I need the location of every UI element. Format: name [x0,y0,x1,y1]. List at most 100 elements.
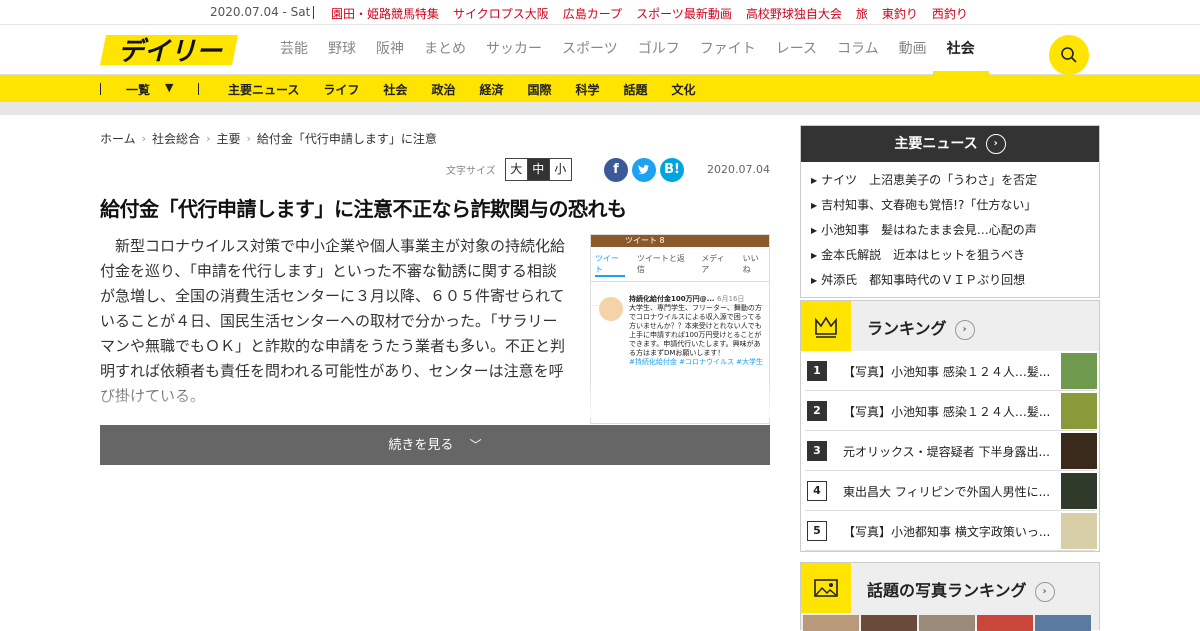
tweet-date: 6月16日 [717,295,745,303]
tweet-count: ツイート 8 [591,235,769,247]
chevron-down-icon: ﹀ [469,438,482,452]
photo-thumbnail[interactable] [803,615,859,631]
arrow-right-icon: › [954,319,975,340]
nav-item-column[interactable]: コラム [827,25,889,74]
search-button[interactable] [1049,35,1089,75]
share-buttons: f B! [604,158,684,182]
hatena-bookmark-icon[interactable]: B! [660,158,684,182]
ranking-item[interactable]: 2 【写真】小池知事 感染１２４人…髪... [805,391,1097,431]
top-news-box: 主要ニュース › ナイツ 上沼恵美子の「うわさ」を否定 吉村知事、文春砲も覚悟!?… [800,125,1100,298]
news-item[interactable]: 舛添氏 都知事時代のＶＩＰぶり回想 [811,268,1089,293]
breadcrumb-item[interactable]: 主要 [216,130,240,147]
nav-item-hanshin[interactable]: 阪神 [366,25,414,74]
breadcrumb-home[interactable]: ホーム [100,130,136,147]
sub-nav-categories: 主要ニュース ライフ 社会 政治 経済 国際 科学 話題 文化 [228,81,696,98]
photo-ranking-box[interactable]: 話題の写真ランキング › [800,562,1100,631]
article-title: 給付金「代行申請します」に注意不正なら詐欺関与の恐れも [100,197,627,221]
ranking-header[interactable]: ランキング › [801,301,1099,351]
sub-nav-item[interactable]: 社会 [383,81,407,98]
photo-thumbnail[interactable] [861,615,917,631]
ranking-item[interactable]: 5 【写真】小池都知事 横文字政策いっ... [805,511,1097,551]
sub-nav-item[interactable]: 経済 [479,81,503,98]
news-item[interactable]: ナイツ 上沼恵美子の「うわさ」を否定 [811,168,1089,193]
sub-nav-item[interactable]: ライフ [323,81,359,98]
sub-nav-item[interactable]: 話題 [624,81,648,98]
top-link[interactable]: 広島カープ [563,5,622,22]
nav-item-race[interactable]: レース [766,25,827,74]
daily-logo[interactable]: デイリー [100,33,240,67]
news-item[interactable]: 金本氏解説 近本はヒットを狙うべき [811,243,1089,268]
rank-number: 1 [807,361,827,381]
photo-thumbnail[interactable] [1035,615,1091,631]
ranking-text: 【写真】小池知事 感染１２４人…髪... [843,365,1051,379]
arrow-right-icon: › [985,134,1006,154]
ranking-item[interactable]: 4 東出昌大 フィリピンで外国人男性に... [805,471,1097,511]
rank-number: 4 [807,481,827,501]
read-more-button[interactable]: 続きを見る ﹀ [100,425,770,465]
list-dropdown-label[interactable]: 一覧 [126,81,150,98]
publish-date: 2020.07.04 [707,163,770,176]
tweet-tab: ツイートと返信 [636,254,685,274]
top-link[interactable]: 東釣り [882,5,918,22]
font-size-large-button[interactable]: 大 [504,158,528,181]
ranking-text: 【写真】小池都知事 横文字政策いっ... [843,525,1051,539]
nav-item-yakyu[interactable]: 野球 [318,25,366,74]
tweet-tab: ツイート [595,253,625,277]
sub-nav-item[interactable]: 政治 [431,81,455,98]
read-more-label: 続きを見る [388,438,454,453]
divider [313,6,314,19]
facebook-icon[interactable]: f [604,158,628,182]
breadcrumb-item[interactable]: 社会総合 [152,130,200,147]
news-item[interactable]: 小池知事 髪はねたまま会見…心配の声 [811,218,1089,243]
font-size-medium-button[interactable]: 中 [526,158,550,181]
top-links: 園田・姫路競馬特集 サイクロプス大阪 広島カープ スポーツ最新動画 高校野球独自… [331,5,968,22]
news-item[interactable]: 吉村知事、文春砲も覚悟!?「仕方ない」 [811,193,1089,218]
sub-nav-item[interactable]: 科学 [575,81,599,98]
rank-number: 5 [807,521,827,541]
top-link[interactable]: 園田・姫路競馬特集 [331,5,439,22]
sub-nav-item[interactable]: 主要ニュース [228,81,299,98]
twitter-icon[interactable] [632,158,656,182]
ranking-text: 【写真】小池知事 感染１２４人…髪... [843,405,1051,419]
photo-thumbnail[interactable] [919,615,975,631]
caret-down-icon[interactable]: ▼ [165,81,173,94]
ranking-thumbnail [1061,353,1097,389]
top-news-title: 主要ニュース [894,136,978,152]
nav-item-geino[interactable]: 芸能 [280,25,318,74]
sub-nav-item[interactable]: 国際 [527,81,551,98]
ranking-thumbnail [1061,393,1097,429]
ranking-item[interactable]: 1 【写真】小池知事 感染１２４人…髪... [805,351,1097,391]
top-link[interactable]: サイクロプス大阪 [453,5,549,22]
top-link[interactable]: 西釣り [932,5,968,22]
tweet-text: 大学生、専門学生、フリーター、舞動の方でコロナウイルスによる収入源で困ってる方い… [629,304,762,357]
ranking-text: 元オリックス・堤容疑者 下半身露出... [843,445,1050,459]
font-size-label: 文字サイズ [446,166,496,177]
divider [100,83,101,95]
crown-icon [801,301,851,351]
nav-item-matome[interactable]: まとめ [414,25,476,74]
nav-item-fight[interactable]: ファイト [690,25,766,74]
top-news-header[interactable]: 主要ニュース › [801,126,1099,162]
divider [0,102,1200,115]
ranking-thumbnail [1061,433,1097,469]
nav-item-society[interactable]: 社会 [932,25,989,75]
ranking-item[interactable]: 3 元オリックス・堤容疑者 下半身露出... [805,431,1097,471]
top-link[interactable]: スポーツ最新動画 [636,5,732,22]
ranking-thumbnail [1061,473,1097,509]
ranking-thumbnail [1061,513,1097,549]
top-link[interactable]: 旅 [856,5,868,22]
site-header: デイリー 芸能 野球 阪神 まとめ サッカー スポーツ ゴルフ ファイト レース… [0,25,1200,75]
nav-item-soccer[interactable]: サッカー [476,25,552,74]
sub-nav-item[interactable]: 文化 [672,81,696,98]
nav-item-sports[interactable]: スポーツ [552,25,628,74]
photo-ranking-title: 話題の写真ランキング [867,581,1027,600]
font-size-small-button[interactable]: 小 [548,158,572,181]
top-bar: 2020.07.04 - Sat 園田・姫路競馬特集 サイクロプス大阪 広島カー… [0,0,1200,25]
divider [198,83,199,95]
nav-item-video[interactable]: 動画 [889,25,937,74]
chevron-right-icon: › [141,132,147,145]
nav-item-golf[interactable]: ゴルフ [628,25,690,74]
text-fade [100,378,780,418]
top-link[interactable]: 高校野球独自大会 [746,5,842,22]
photo-thumbnail[interactable] [977,615,1033,631]
